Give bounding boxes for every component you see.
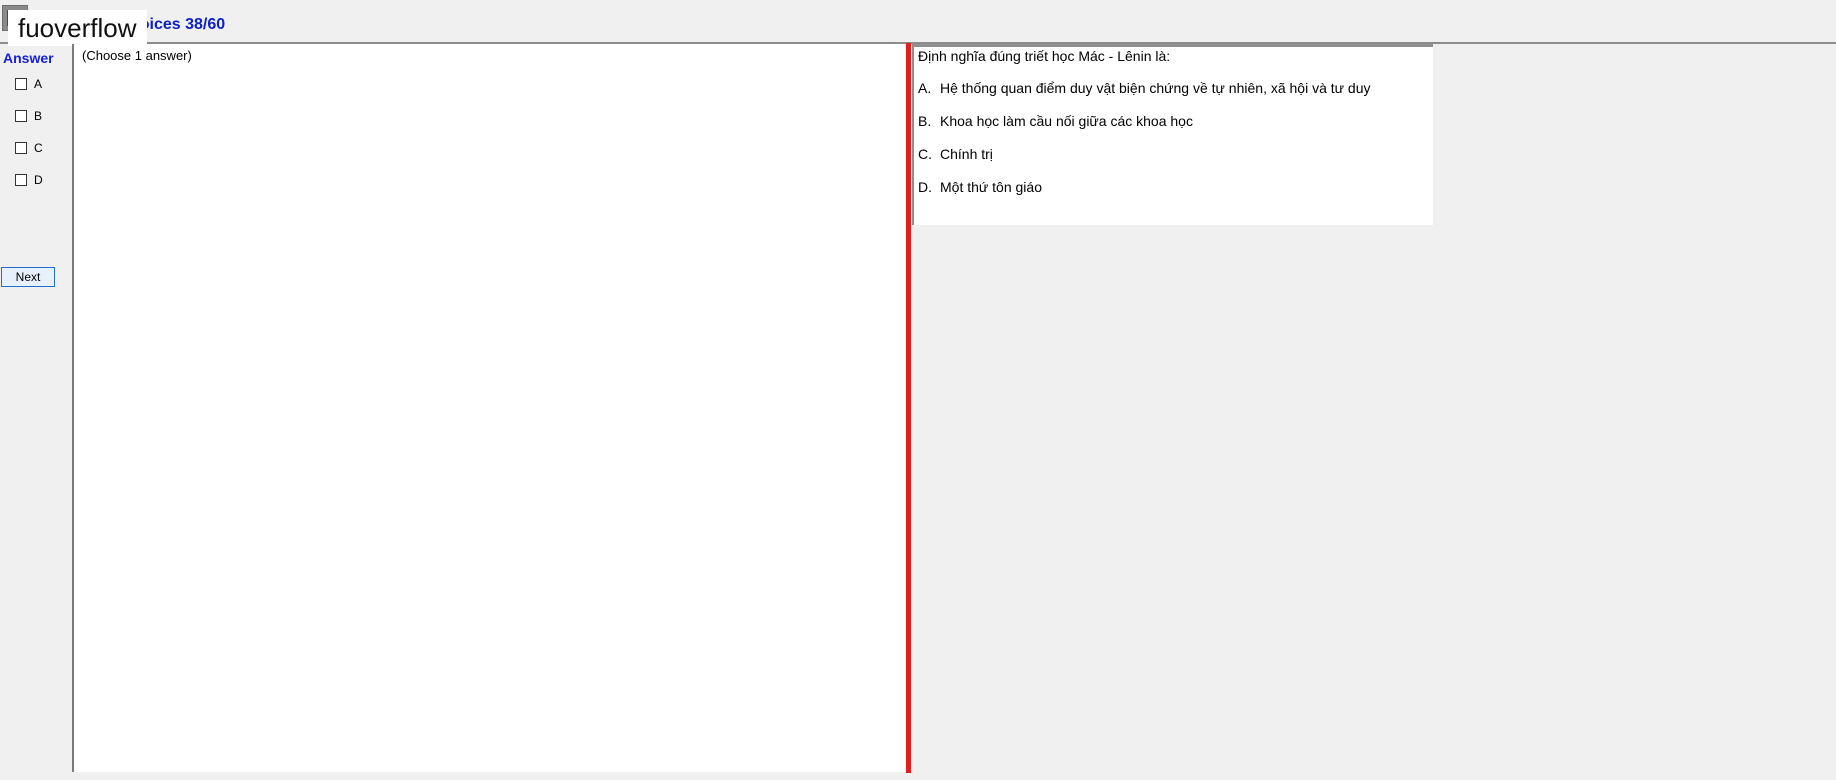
answer-heading: Answer: [3, 50, 54, 66]
option-d: D. Một thứ tôn giáo: [918, 179, 1042, 195]
option-b: B. Khoa học làm cầu nối giữa các khoa học: [918, 113, 1193, 129]
panel-divider[interactable]: [906, 43, 911, 773]
answer-area-panel: (Choose 1 answer): [72, 44, 906, 772]
next-button[interactable]: Next: [1, 267, 55, 287]
option-letter: D.: [918, 179, 932, 195]
header-bar: hoices 38/60 fuoverflow: [0, 0, 1836, 46]
option-letter: B.: [918, 113, 932, 129]
option-letter: C.: [918, 146, 932, 162]
checkbox-b[interactable]: [15, 110, 27, 122]
option-text: Khoa học làm cầu nối giữa các khoa học: [940, 113, 1193, 129]
choice-label: C: [34, 141, 43, 155]
option-text: Chính trị: [940, 146, 993, 162]
checkbox-c[interactable]: [15, 142, 27, 154]
option-c: C. Chính trị: [918, 146, 993, 162]
checkbox-a[interactable]: [15, 78, 27, 90]
question-text: Định nghĩa đúng triết học Mác - Lênin là…: [918, 48, 1171, 64]
checkbox-d[interactable]: [15, 174, 27, 186]
watermark-label: fuoverflow: [8, 10, 147, 46]
choice-a[interactable]: A: [15, 76, 42, 92]
choice-c[interactable]: C: [15, 140, 43, 156]
option-a: A. Hệ thống quan điểm duy vật biện chứng …: [918, 80, 1371, 96]
option-letter: A.: [918, 80, 932, 96]
choice-label: A: [34, 77, 43, 91]
choice-b[interactable]: B: [15, 108, 42, 124]
option-text: Hệ thống quan điểm duy vật biện chứng về…: [940, 80, 1371, 96]
choice-d[interactable]: D: [15, 172, 43, 188]
question-panel: Định nghĩa đúng triết học Mác - Lênin là…: [912, 44, 1433, 225]
choice-label: B: [34, 109, 43, 123]
option-text: Một thứ tôn giáo: [940, 179, 1042, 195]
instruction-text: (Choose 1 answer): [82, 48, 192, 63]
choice-label: D: [34, 173, 43, 187]
